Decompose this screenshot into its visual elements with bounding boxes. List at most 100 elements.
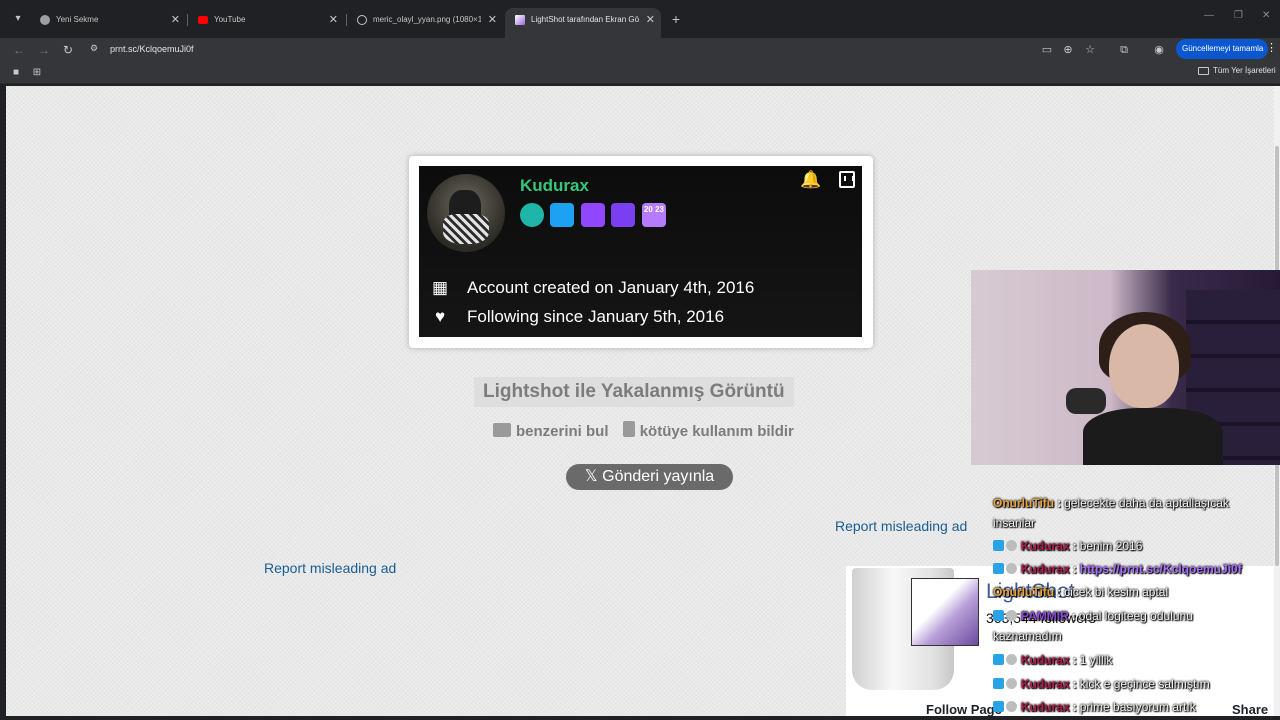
all-bookmarks[interactable]: Tüm Yer İşaretleri	[1198, 66, 1276, 75]
year-badge-icon: 20 23	[642, 203, 666, 227]
site-settings-icon[interactable]: ⚙	[90, 43, 98, 54]
following-since-text: Following since January 5th, 2016	[467, 307, 725, 326]
youtube-icon	[198, 16, 208, 24]
account-created-row: ▦ Account created on January 4th, 2016	[427, 278, 754, 298]
page-title: Lightshot ile Yakalanmış Görüntü	[474, 377, 794, 407]
chat-username: Kudurax	[1021, 677, 1070, 691]
tab-title: meric_olayl_yyan.png (1080×19	[373, 15, 481, 24]
toolbar: ← → ↻ ⚙ prnt.sc/KclqoemuJi0f ▭ ⊕ ☆ ⧉ ◉ G…	[0, 38, 1280, 62]
close-tab-icon[interactable]: ✕	[171, 8, 180, 32]
chat-message: Kudurax: benim 2016	[993, 536, 1273, 556]
tab-image[interactable]: meric_olayl_yyan.png (1080×19 ✕	[347, 8, 503, 32]
sub-badge-icon	[1006, 654, 1017, 665]
globe-icon	[357, 15, 367, 25]
crown-badge-icon	[550, 203, 574, 227]
install-icon[interactable]: ▭	[1038, 41, 1056, 59]
chat-message: OnurluTifu: gelecekte daha da aptallaşıca…	[993, 496, 1229, 510]
streamer-face	[1109, 324, 1179, 408]
screenshot-image: Kudurax 20 23 🔔 ▦ Account created on Janu…	[419, 166, 862, 337]
chat-username: OnurluTifu	[993, 585, 1055, 599]
badge-icon	[520, 203, 544, 227]
report-ad-link[interactable]: Report misleading ad	[264, 560, 396, 576]
sub-badge-icon	[1006, 701, 1017, 712]
chat-message: Kudurax: kick e geçince salmıştım	[993, 674, 1273, 694]
close-tab-icon[interactable]: ✕	[646, 8, 655, 32]
chat-text: odal logiteeg odulunu	[1078, 609, 1193, 623]
webcam-overlay	[971, 270, 1280, 465]
sub-badge-icon	[1006, 563, 1017, 574]
url-text: prnt.sc/KclqoemuJi0f	[110, 44, 194, 54]
prime-badge-icon	[993, 701, 1004, 712]
chat-message: PAMMIR: odal logiteeg odulunu	[993, 606, 1273, 626]
zoom-icon[interactable]: ⊕	[1059, 41, 1077, 59]
maximize-icon[interactable]: ❐	[1234, 10, 1243, 21]
avatar	[427, 174, 505, 252]
username: Kudurax	[520, 176, 589, 195]
chat-text: prime basıyorum artık	[1079, 700, 1196, 714]
report-abuse-link[interactable]: kötüye kullanım bildir	[622, 421, 794, 440]
chat-message: Kudurax: https://prnt.sc/KclqoemuJi0f	[993, 559, 1273, 579]
image-actions: benzerini bul kötüye kullanım bildir	[493, 421, 804, 440]
lightshot-icon	[515, 15, 525, 25]
close-window-icon[interactable]: ✕	[1262, 10, 1270, 21]
sub-badge-icon	[1006, 610, 1017, 621]
prime-badge-icon	[993, 654, 1004, 665]
screenshot-frame: Kudurax 20 23 🔔 ▦ Account created on Janu…	[409, 156, 873, 348]
chat-text: 1 yillik	[1079, 653, 1113, 667]
report-ad-link[interactable]: Report misleading ad	[835, 518, 967, 534]
extensions-icon[interactable]: ⧉	[1115, 41, 1133, 59]
folder-icon	[1198, 66, 1209, 75]
tab-youtube[interactable]: YouTube ✕	[188, 8, 344, 32]
chat-username: PAMMIR	[1021, 609, 1069, 623]
tab-lightshot[interactable]: LightShot tarafından Ekran Görü ✕	[505, 8, 661, 38]
prime-badge-icon	[993, 540, 1004, 551]
tab-title: Yeni Sekme	[56, 15, 99, 24]
chat-message: insanlar	[993, 513, 1273, 533]
chrome-icon	[40, 15, 50, 25]
apps-icon[interactable]: ⊞	[30, 66, 44, 80]
tab-search-icon[interactable]: ▾	[8, 10, 28, 28]
menu-icon[interactable]: ⋮	[1266, 41, 1277, 54]
back-icon[interactable]: ←	[10, 41, 28, 59]
prime-badge-icon	[993, 678, 1004, 689]
microphone	[1066, 388, 1106, 414]
chat-text: insanlar	[993, 516, 1036, 530]
new-tab-icon[interactable]: +	[668, 10, 684, 28]
chat-username: Kudurax	[1021, 539, 1070, 553]
camera-icon	[493, 423, 511, 437]
post-button[interactable]: 𝕏 Gönderi yayınla	[566, 464, 733, 490]
avatar-scarf	[443, 214, 489, 244]
chat-message: Kudurax: prime basıyorum artık	[993, 697, 1273, 717]
minimize-icon[interactable]: —	[1204, 10, 1214, 21]
find-similar-label: benzerini bul	[516, 423, 609, 440]
facebook-follow-button[interactable]: Follow Page	[926, 702, 1002, 716]
tab-groups-icon[interactable]: ■	[9, 66, 23, 80]
prime-badge-icon	[993, 563, 1004, 574]
chat-link[interactable]: https://prnt.sc/KclqoemuJi0f	[1080, 562, 1242, 576]
report-abuse-label: kötüye kullanım bildir	[639, 423, 794, 440]
tab-strip: ▾ Yeni Sekme ✕ YouTube ✕ meric_olayl_yya…	[0, 0, 1280, 38]
chat-text: gelecekte daha da aptallaşıcak	[1064, 496, 1229, 510]
close-tab-icon[interactable]: ✕	[329, 8, 338, 32]
x-logo-icon: 𝕏	[584, 468, 603, 485]
tab-new-tab[interactable]: Yeni Sekme ✕	[30, 8, 186, 32]
close-tab-icon[interactable]: ✕	[488, 8, 497, 32]
chat-text: kaznamadım	[993, 629, 1062, 643]
streamer-body	[1083, 408, 1223, 465]
profile-icon[interactable]: ◉	[1150, 41, 1168, 59]
chat-username: Kudurax	[1021, 653, 1070, 667]
find-similar-link[interactable]: benzerini bul	[493, 423, 609, 440]
sub-badge-icon	[1006, 540, 1017, 551]
bookmarks-bar: ■ ⊞ Tüm Yer İşaretleri	[0, 62, 1280, 84]
following-since-row: ♥ Following since January 5th, 2016	[427, 307, 724, 327]
lightning-badge-icon	[611, 203, 635, 227]
forward-icon[interactable]: →	[35, 41, 53, 59]
cake-badge-icon	[581, 203, 605, 227]
reload-icon[interactable]: ↻	[59, 41, 77, 59]
address-bar[interactable]: ⚙ prnt.sc/KclqoemuJi0f	[84, 40, 1036, 60]
heart-icon: ♥	[434, 307, 446, 326]
update-button[interactable]: Güncellemeyi tamamla	[1176, 39, 1268, 59]
post-button-label: Gönderi yayınla	[602, 468, 715, 485]
bookmark-star-icon[interactable]: ☆	[1081, 41, 1099, 59]
clipboard-icon	[622, 421, 635, 437]
